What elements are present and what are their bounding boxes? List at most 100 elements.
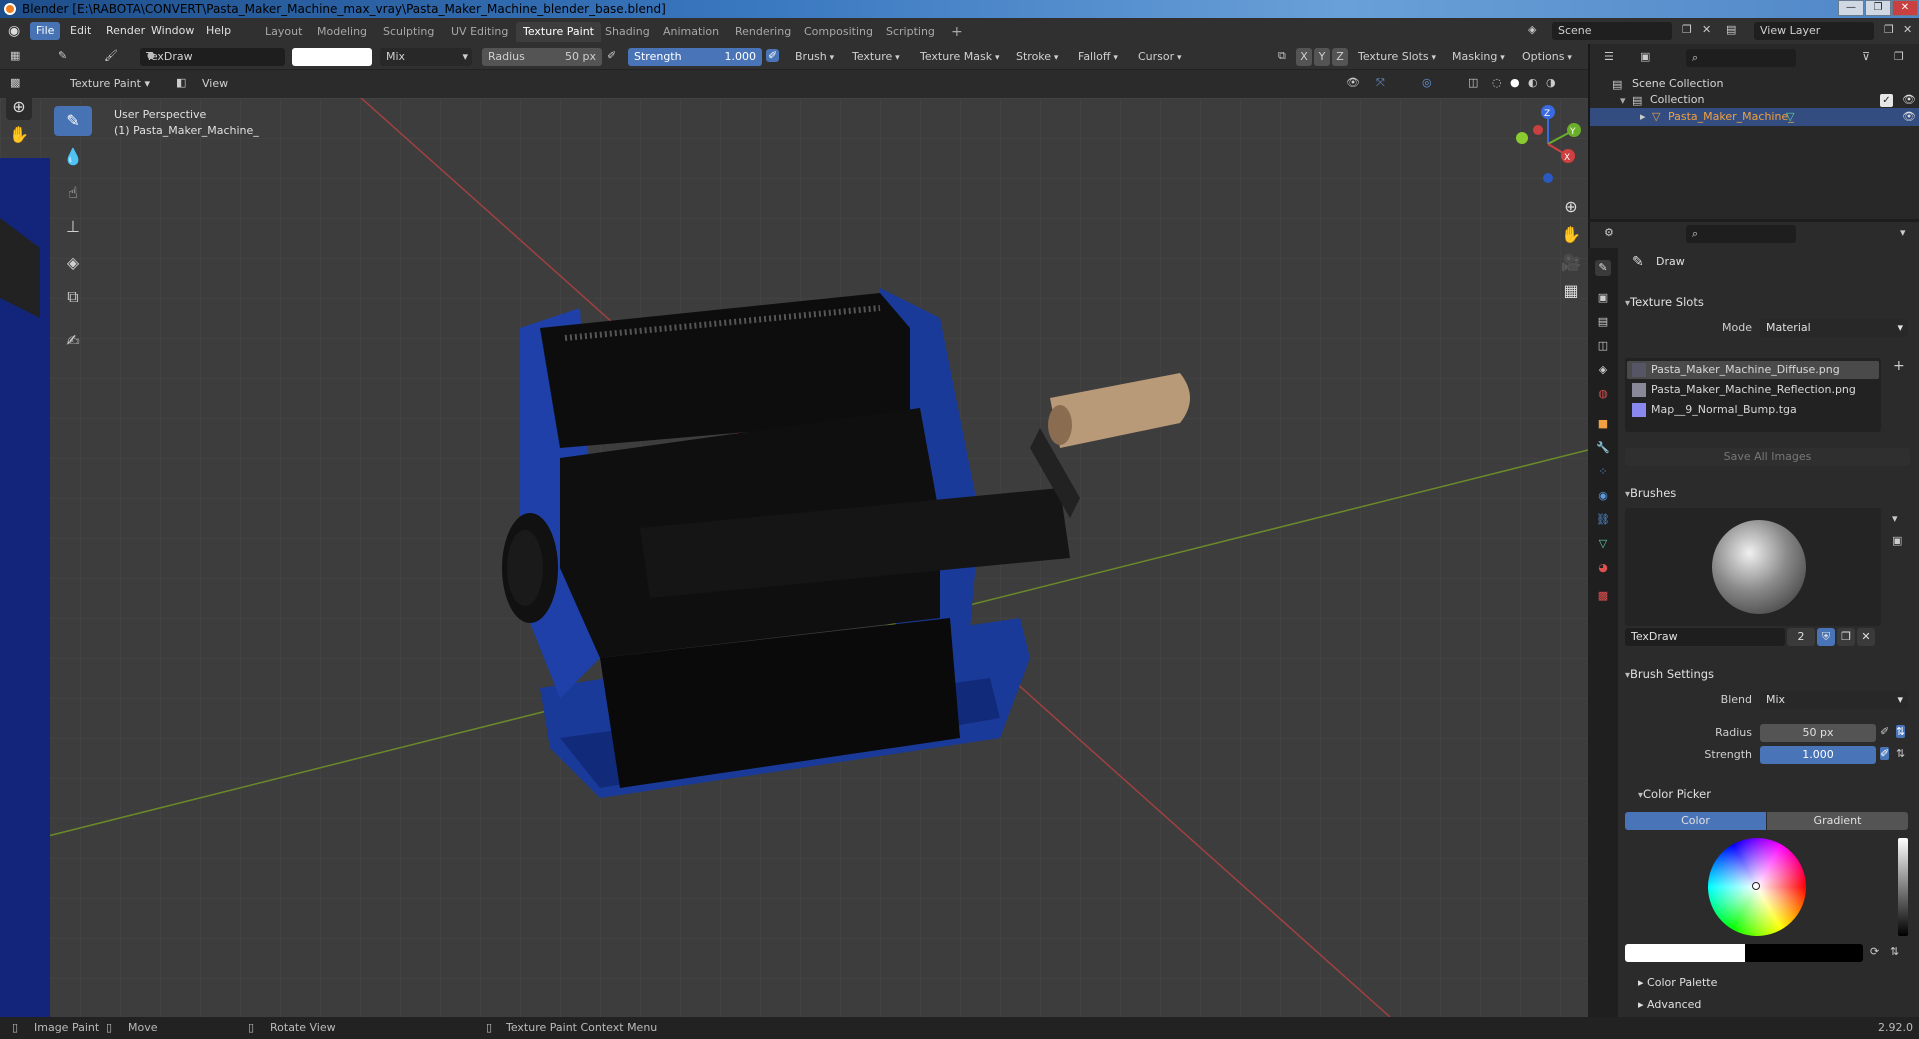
gizmo-toggle-icon[interactable]: ⤧ bbox=[1376, 76, 1385, 90]
properties-search-input[interactable]: ⌕ bbox=[1686, 225, 1796, 243]
blender-icon[interactable]: ◉ bbox=[8, 23, 20, 39]
save-all-images-button[interactable]: Save All Images bbox=[1625, 448, 1910, 466]
tool-tab-icon[interactable]: ✎ bbox=[1595, 260, 1611, 276]
unlink-brush-icon[interactable]: ✕ bbox=[1857, 628, 1875, 646]
brush-color-swatch[interactable] bbox=[292, 48, 372, 66]
collection-expand-icon[interactable]: ▾ bbox=[1620, 94, 1626, 107]
menu-edit[interactable]: Edit bbox=[64, 22, 97, 40]
value-slider[interactable] bbox=[1898, 838, 1908, 936]
color-wheel-cursor[interactable] bbox=[1752, 882, 1760, 890]
secondary-color-swatch[interactable] bbox=[1745, 944, 1863, 962]
texture-slot-2[interactable]: Pasta_Maker_Machine_Reflection.png bbox=[1651, 383, 1856, 396]
tab-animation[interactable]: Animation bbox=[656, 22, 726, 42]
outliner-type-icon[interactable]: ☰ bbox=[1604, 50, 1614, 63]
mirror-y-toggle[interactable]: Y bbox=[1314, 48, 1330, 66]
color-unified-icon[interactable]: ⇅ bbox=[1890, 945, 1899, 958]
view-menu[interactable]: View bbox=[196, 75, 235, 93]
tab-compositing[interactable]: Compositing bbox=[797, 22, 880, 42]
overlay-toggle-icon[interactable]: ◎ bbox=[1422, 76, 1432, 89]
radius-pressure-icon[interactable]: ✐ bbox=[1880, 725, 1889, 738]
strength-pressure-icon[interactable]: ✐ bbox=[766, 49, 780, 62]
menu-render[interactable]: Render bbox=[100, 22, 151, 40]
delete-scene-icon[interactable]: ✕ bbox=[1702, 23, 1711, 36]
strength-slider[interactable]: 1.000 bbox=[1760, 746, 1876, 764]
xray-icon[interactable]: ◫ bbox=[1468, 76, 1478, 89]
collection-checkbox[interactable]: ✓ bbox=[1880, 94, 1893, 107]
tab-layout[interactable]: Layout bbox=[258, 22, 309, 42]
texture-tab-icon[interactable]: ▩ bbox=[1595, 588, 1611, 604]
new-view-layer-icon[interactable]: ❐ bbox=[1884, 23, 1894, 36]
primary-color-swatch[interactable] bbox=[1625, 944, 1745, 962]
annotate-tool-icon[interactable]: ✍ bbox=[54, 326, 92, 356]
options-menu[interactable]: Options bbox=[1522, 48, 1572, 66]
brush-name-field[interactable]: TexDraw bbox=[140, 48, 285, 66]
swap-colors-icon[interactable]: ⟳ bbox=[1870, 945, 1879, 958]
pan-hand-icon[interactable]: ✋ bbox=[1558, 222, 1584, 248]
outliner-search-input[interactable]: ⌕ bbox=[1686, 49, 1796, 67]
mask-tool-icon[interactable]: ⧉ bbox=[54, 282, 92, 312]
wireframe-shading-icon[interactable]: ◌ bbox=[1492, 76, 1502, 89]
object-label[interactable]: Pasta_Maker_Machine_ bbox=[1668, 110, 1794, 123]
view-layer-icon[interactable]: ▤ bbox=[1726, 23, 1736, 36]
draw-tool-icon[interactable]: ✎ bbox=[54, 106, 92, 136]
constraints-tab-icon[interactable]: ⛓ bbox=[1595, 512, 1611, 528]
stroke-menu[interactable]: Stroke bbox=[1016, 48, 1058, 66]
view-layer-field[interactable]: View Layer bbox=[1754, 22, 1874, 40]
texture-slots-panel-header[interactable]: Texture Slots bbox=[1625, 292, 1915, 312]
grid-view-icon[interactable]: ▦ bbox=[1558, 278, 1584, 304]
scene-field[interactable]: Scene bbox=[1552, 22, 1672, 40]
scene-collection-label[interactable]: Scene Collection bbox=[1632, 77, 1723, 90]
strength-pressure-icon[interactable]: ✐ bbox=[1880, 747, 1890, 760]
particles-tab-icon[interactable]: ⁘ bbox=[1595, 464, 1611, 480]
render-tab-icon[interactable]: ▣ bbox=[1595, 290, 1611, 306]
left-pan-icon[interactable]: ✋ bbox=[6, 122, 32, 148]
scene-tab-icon[interactable]: ◈ bbox=[1595, 362, 1611, 378]
material-tab-icon[interactable]: ◕ bbox=[1595, 560, 1611, 576]
display-mode-icon[interactable]: ▣ bbox=[1640, 50, 1650, 63]
collection-eye-icon[interactable]: 👁 bbox=[1902, 93, 1916, 106]
menu-help[interactable]: Help bbox=[200, 22, 237, 40]
color-picker-panel-header[interactable]: Color Picker bbox=[1638, 784, 1919, 804]
brush-preview-icon[interactable] bbox=[1712, 520, 1806, 614]
rendered-shading-icon[interactable]: ◑ bbox=[1546, 76, 1556, 89]
maximize-button[interactable]: ❐ bbox=[1865, 0, 1891, 16]
gradient-tab[interactable]: Gradient bbox=[1767, 812, 1908, 830]
brush-menu[interactable]: Brush bbox=[795, 48, 834, 66]
mode-dropdown[interactable]: Texture Paint ▾ bbox=[64, 75, 164, 93]
brush-settings-panel-header[interactable]: Brush Settings bbox=[1625, 664, 1915, 684]
slot-toggle-icon[interactable]: ◧ bbox=[176, 76, 186, 89]
strength-unified-icon[interactable]: ⇅ bbox=[1896, 747, 1905, 760]
radius-slider[interactable]: Radius 50 px bbox=[482, 48, 602, 66]
radius-unified-icon[interactable]: ⇅ bbox=[1896, 725, 1906, 738]
add-workspace-button[interactable]: + bbox=[944, 22, 970, 42]
menu-file[interactable]: File bbox=[30, 22, 61, 40]
output-tab-icon[interactable]: ▤ bbox=[1595, 314, 1611, 330]
add-slot-icon[interactable]: + bbox=[1893, 358, 1905, 374]
tab-rendering[interactable]: Rendering bbox=[728, 22, 798, 42]
mirror-z-toggle[interactable]: Z bbox=[1332, 48, 1348, 66]
color-palette-panel-header[interactable]: ▸ Color Palette bbox=[1638, 976, 1717, 989]
zoom-icon[interactable]: ⊕ bbox=[1558, 194, 1584, 220]
brush-menu-icon[interactable]: ▾ bbox=[1892, 512, 1898, 525]
falloff-menu[interactable]: Falloff bbox=[1078, 48, 1118, 66]
fake-user-shield-icon[interactable]: ⛨ bbox=[1817, 628, 1835, 646]
fill-tool-icon[interactable]: ◈ bbox=[54, 248, 92, 278]
advanced-panel-header[interactable]: ▸ Advanced bbox=[1638, 998, 1701, 1011]
masking-menu[interactable]: Masking bbox=[1452, 48, 1505, 66]
properties-type-icon[interactable]: ⚙ bbox=[1604, 226, 1614, 239]
radius-slider[interactable]: 50 px bbox=[1760, 724, 1876, 742]
tab-modeling[interactable]: Modeling bbox=[310, 22, 374, 42]
clone-tool-icon[interactable]: ⊥ bbox=[54, 212, 92, 242]
3d-viewport[interactable]: User Perspective (1) Pasta_Maker_Machine… bbox=[0, 98, 1588, 1017]
filter-icon[interactable]: ⊽ bbox=[1862, 50, 1870, 63]
texture-slots-menu[interactable]: Texture Slots bbox=[1358, 48, 1436, 66]
physics-tab-icon[interactable]: ◉ bbox=[1595, 488, 1611, 504]
tab-shading[interactable]: Shading bbox=[598, 22, 657, 42]
strength-slider[interactable]: Strength 1.000 bbox=[628, 48, 762, 66]
navigation-gizmo[interactable]: Z Y X bbox=[1508, 104, 1588, 184]
mode-dropdown[interactable]: Material ▾ bbox=[1760, 319, 1908, 337]
blend-dropdown[interactable]: Mix ▾ bbox=[1760, 691, 1908, 709]
camera-icon[interactable]: 🎥 bbox=[1558, 250, 1584, 276]
texture-mask-menu[interactable]: Texture Mask bbox=[920, 48, 1000, 66]
color-tab[interactable]: Color bbox=[1625, 812, 1766, 830]
